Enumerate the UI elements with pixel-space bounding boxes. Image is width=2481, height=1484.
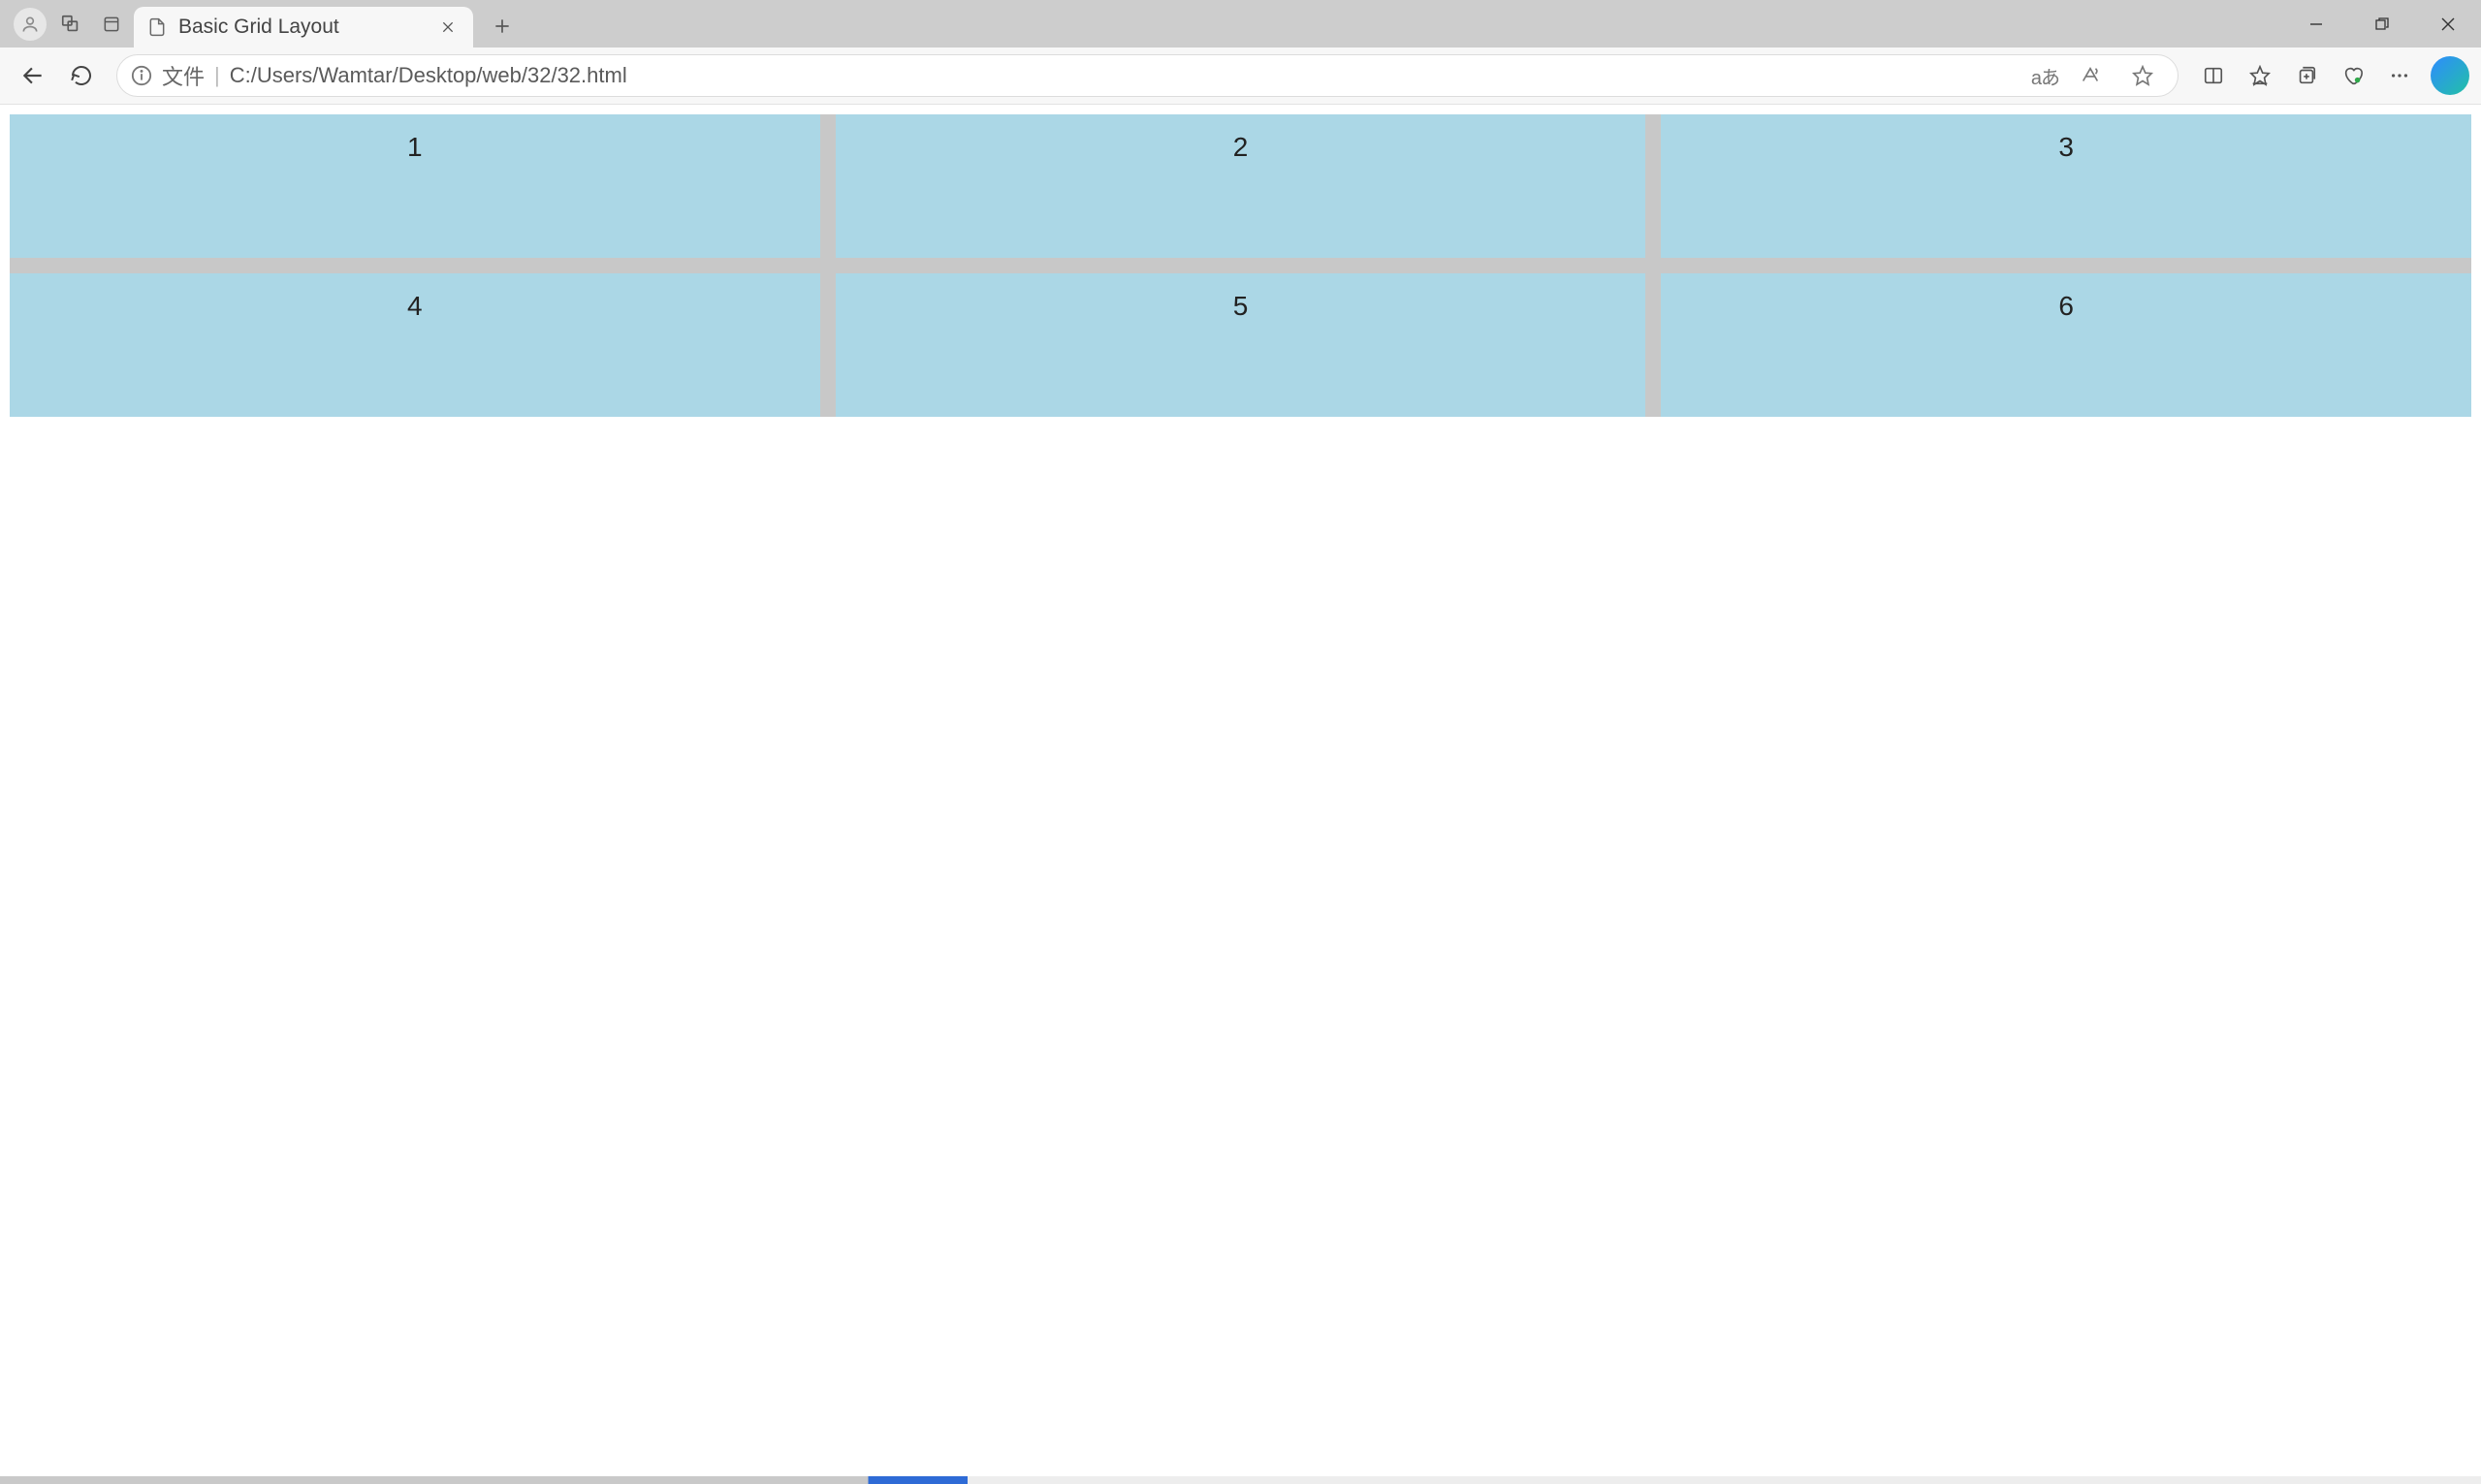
titlebar: Basic Grid Layout (0, 0, 2481, 47)
grid-layout: 1 2 3 4 5 6 (10, 114, 2471, 417)
workspaces-button[interactable] (54, 8, 87, 41)
info-icon (131, 65, 152, 86)
close-icon (440, 19, 456, 35)
tab-actions-button[interactable] (95, 8, 128, 41)
tab-close-button[interactable] (436, 16, 460, 39)
address-bar[interactable]: 文件 | C:/Users/Wamtar/Desktop/web/32/32.h… (116, 54, 2179, 97)
star-icon (2132, 65, 2153, 86)
copilot-button[interactable] (2431, 56, 2469, 95)
tab-actions-icon (102, 15, 121, 34)
new-tab-button[interactable] (483, 7, 522, 46)
toolbar-right (2192, 54, 2469, 97)
site-info-button[interactable] (131, 65, 152, 86)
split-screen-button[interactable] (2192, 54, 2235, 97)
profile-icon (20, 15, 40, 34)
workspaces-icon (60, 14, 81, 35)
back-button[interactable] (12, 54, 54, 97)
refresh-button[interactable] (60, 54, 103, 97)
grid-cell: 2 (836, 114, 1646, 258)
grid-cell: 3 (1661, 114, 2471, 258)
window-controls (2283, 0, 2481, 47)
favorites-button[interactable] (2239, 54, 2281, 97)
grid-cell: 4 (10, 273, 820, 417)
titlebar-left (0, 0, 128, 47)
maximize-button[interactable] (2349, 0, 2415, 47)
taskbar[interactable] (0, 1476, 2481, 1484)
grid-cell: 6 (1661, 273, 2471, 417)
address-url: C:/Users/Wamtar/Desktop/web/32/32.html (230, 63, 2021, 88)
address-separator: | (214, 63, 220, 88)
read-aloud-button[interactable] (2069, 54, 2112, 97)
maximize-icon (2375, 17, 2389, 31)
close-icon (2441, 17, 2455, 31)
more-icon (2389, 65, 2410, 86)
minimize-button[interactable] (2283, 0, 2349, 47)
profile-button[interactable] (14, 8, 47, 41)
more-button[interactable] (2378, 54, 2421, 97)
heart-pulse-icon (2342, 65, 2364, 86)
browser-essentials-button[interactable] (2332, 54, 2374, 97)
favorite-button[interactable] (2121, 54, 2164, 97)
read-aloud-icon (2080, 65, 2101, 86)
grid-cell: 5 (836, 273, 1646, 417)
grid-cell: 1 (10, 114, 820, 258)
favorites-icon (2249, 65, 2271, 86)
minimize-icon (2309, 17, 2323, 31)
tab-active[interactable]: Basic Grid Layout (134, 7, 473, 47)
translate-button[interactable]: aあ (2031, 54, 2059, 97)
back-icon (20, 63, 46, 88)
address-file-label: 文件 (162, 60, 205, 91)
tab-strip: Basic Grid Layout (134, 0, 522, 47)
file-icon (147, 17, 167, 37)
collections-icon (2296, 65, 2317, 86)
toolbar: 文件 | C:/Users/Wamtar/Desktop/web/32/32.h… (0, 47, 2481, 105)
plus-icon (493, 16, 512, 36)
split-screen-icon (2203, 65, 2224, 86)
page-viewport: 1 2 3 4 5 6 (0, 105, 2481, 1476)
close-window-button[interactable] (2415, 0, 2481, 47)
refresh-icon (70, 64, 93, 87)
tab-title: Basic Grid Layout (178, 16, 425, 39)
collections-button[interactable] (2285, 54, 2328, 97)
